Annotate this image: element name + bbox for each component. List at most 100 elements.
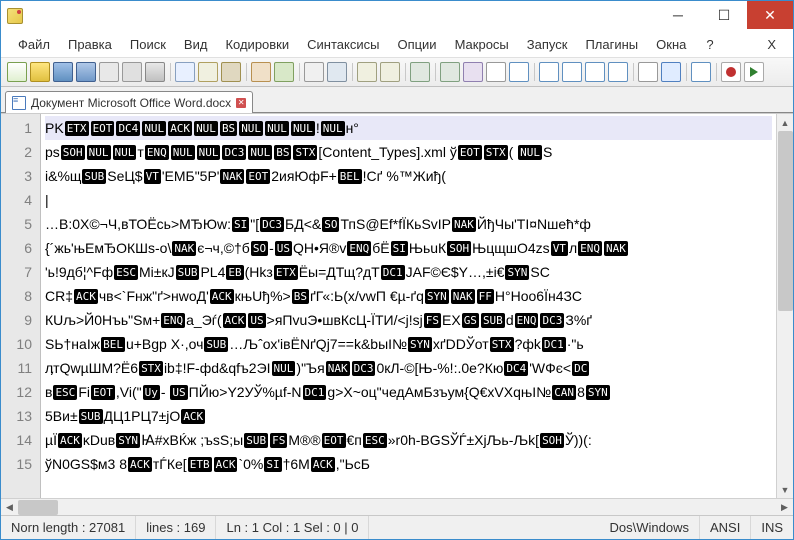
open-file-icon[interactable] bbox=[30, 62, 50, 82]
editor-line[interactable]: 5Ви±SUBДЦ1РЦ7±јOACK bbox=[45, 404, 772, 428]
zoom-out-icon[interactable] bbox=[380, 62, 400, 82]
replace-icon[interactable] bbox=[327, 62, 347, 82]
editor-line[interactable]: {´жь'њЕмЂОКШs-о\NAKє¬ч,©†бSO-USQН•Я®vENQ… bbox=[45, 236, 772, 260]
new-file-icon[interactable] bbox=[7, 62, 27, 82]
editor-line[interactable]: СR‡ACKчв<`Fнж"ґ>нwоД'ACKкњUђ%>BSґГ«:Ь(х/… bbox=[45, 284, 772, 308]
editor-line[interactable]: КUљ>Й0Нъь"Sм+ENQа_Эѓ(ACKUS>яПvuЭ•швКсЦ-Ї… bbox=[45, 308, 772, 332]
text-run: л bbox=[569, 240, 577, 256]
editor-line[interactable]: PKETXEOTDC4NULACKNULBSNULNULNUL!NULн° bbox=[45, 116, 772, 140]
control-char: ACK bbox=[181, 409, 205, 424]
text-editor[interactable]: PKETXEOTDC4NULACKNULBSNULNULNUL!NULн°psS… bbox=[41, 114, 776, 498]
doc-map-icon[interactable] bbox=[539, 62, 559, 82]
close-button[interactable]: ✕ bbox=[747, 1, 793, 29]
fold-all-icon[interactable] bbox=[691, 62, 711, 82]
editor-line[interactable]: 'ь!9дб¦^FфESCМi±кJSUBРL4EB(НkзETXЁы=ДТщ?… bbox=[45, 260, 772, 284]
outdent-icon[interactable] bbox=[638, 62, 658, 82]
menu-close-doc[interactable]: X bbox=[758, 34, 785, 55]
editor-line[interactable]: ЅЬ†наІжBELu+Вgр Х·,очSUB…Љˆох'iвЁNґQj7==… bbox=[45, 332, 772, 356]
close-file-icon[interactable] bbox=[99, 62, 119, 82]
undo-icon[interactable] bbox=[251, 62, 271, 82]
menu-windows[interactable]: Окна bbox=[647, 34, 695, 55]
horizontal-scrollbar[interactable]: ◀ ▶ bbox=[1, 498, 793, 515]
control-char: STX bbox=[293, 145, 317, 160]
menu-file[interactable]: Файл bbox=[9, 34, 59, 55]
menu-view[interactable]: Вид bbox=[175, 34, 217, 55]
control-char: NUL bbox=[272, 361, 296, 376]
editor-line[interactable]: …В:0Х©¬Ч,вТОЁсь>МЂЮw:SI"[DC3БД<&SOТпS@Еf… bbox=[45, 212, 772, 236]
cut-icon[interactable] bbox=[175, 62, 195, 82]
control-char: SUB bbox=[481, 313, 505, 328]
control-char: ETX bbox=[274, 265, 298, 280]
line-number: 13 bbox=[1, 404, 40, 428]
show-chars-icon[interactable] bbox=[463, 62, 483, 82]
control-char: DC3 bbox=[222, 145, 246, 160]
text-run: !Сґ %™Жиђ( bbox=[363, 168, 446, 184]
menu-options[interactable]: Опции bbox=[388, 34, 445, 55]
save-icon[interactable] bbox=[53, 62, 73, 82]
line-number: 8 bbox=[1, 284, 40, 308]
redo-icon[interactable] bbox=[274, 62, 294, 82]
scroll-right-icon[interactable]: ▶ bbox=[776, 499, 793, 516]
indent-icon[interactable] bbox=[661, 62, 681, 82]
text-run: 'ЕМБ"5Р' bbox=[162, 168, 220, 184]
document-tab[interactable]: Документ Microsoft Office Word.docx ✕ bbox=[5, 91, 253, 113]
editor-line[interactable]: µЇACKĸDuвSYNꙖ#хВЌж ;ъsS;ыSUBFSМ®®EOT€пES… bbox=[45, 428, 772, 452]
menu-syntax[interactable]: Синтаксисы bbox=[298, 34, 388, 55]
menu-search[interactable]: Поиск bbox=[121, 34, 175, 55]
text-run: µЇ bbox=[45, 432, 57, 448]
menu-help[interactable]: ? bbox=[697, 34, 722, 55]
tab-label: Документ Microsoft Office Word.docx bbox=[31, 96, 231, 110]
control-char: SYN bbox=[505, 265, 529, 280]
scroll-thumb[interactable] bbox=[18, 500, 58, 515]
word-wrap-icon[interactable] bbox=[440, 62, 460, 82]
text-run: РL4 bbox=[200, 264, 225, 280]
editor-line[interactable]: psSOHNULNULтENQNULNULDC3NULBSSTX[Content… bbox=[45, 140, 772, 164]
editor-line[interactable]: | bbox=[45, 188, 772, 212]
monitor-icon[interactable] bbox=[608, 62, 628, 82]
close-all-icon[interactable] bbox=[122, 62, 142, 82]
editor-area: 123456789101112131415 PKETXEOTDC4NULACKN… bbox=[1, 113, 793, 498]
editor-line[interactable]: ӆтQwµШМ?Ё6STXib‡!F-фd&qfъ2ЭІNUL)"ЪяNAKDC… bbox=[45, 356, 772, 380]
separator-icon bbox=[684, 62, 688, 82]
minimize-button[interactable]: ─ bbox=[655, 1, 701, 29]
status-length: Norn length : 27081 bbox=[1, 516, 136, 539]
text-run: SeЦ$ bbox=[107, 168, 142, 184]
menu-encoding[interactable]: Кодировки bbox=[216, 34, 298, 55]
maximize-button[interactable]: ☐ bbox=[701, 1, 747, 29]
vertical-scrollbar[interactable]: ▲ ▼ bbox=[776, 114, 793, 498]
save-all-icon[interactable] bbox=[76, 62, 96, 82]
user-lang-icon[interactable] bbox=[509, 62, 529, 82]
paste-icon[interactable] bbox=[221, 62, 241, 82]
line-number: 2 bbox=[1, 140, 40, 164]
text-run: SC bbox=[530, 264, 549, 280]
control-char: SUB bbox=[79, 409, 103, 424]
menu-plugins[interactable]: Плагины bbox=[576, 34, 647, 55]
text-run: - bbox=[161, 384, 170, 400]
find-icon[interactable] bbox=[304, 62, 324, 82]
control-char: ENQ bbox=[347, 241, 371, 256]
scroll-up-icon[interactable]: ▲ bbox=[777, 114, 793, 131]
menu-macros[interactable]: Макросы bbox=[446, 34, 518, 55]
text-run: »r0h-BGSЎЃ±ХјЉь-Љk[ bbox=[388, 432, 539, 448]
editor-line[interactable]: i&%щSUBSeЦ$VT'ЕМБ"5Р'NAKEOT2ияЮфF+BEL!Сґ… bbox=[45, 164, 772, 188]
scroll-thumb[interactable] bbox=[778, 131, 793, 311]
play-macro-icon[interactable] bbox=[744, 62, 764, 82]
tab-close-icon[interactable]: ✕ bbox=[236, 98, 246, 108]
menu-edit[interactable]: Правка bbox=[59, 34, 121, 55]
func-list-icon[interactable] bbox=[562, 62, 582, 82]
folder-icon[interactable] bbox=[585, 62, 605, 82]
line-number: 4 bbox=[1, 188, 40, 212]
control-char: NAK bbox=[451, 289, 475, 304]
indent-guide-icon[interactable] bbox=[486, 62, 506, 82]
record-macro-icon[interactable] bbox=[721, 62, 741, 82]
scroll-left-icon[interactable]: ◀ bbox=[1, 499, 18, 516]
menu-run[interactable]: Запуск bbox=[518, 34, 577, 55]
copy-icon[interactable] bbox=[198, 62, 218, 82]
control-char: FS bbox=[424, 313, 441, 328]
zoom-in-icon[interactable] bbox=[357, 62, 377, 82]
sync-scroll-icon[interactable] bbox=[410, 62, 430, 82]
print-icon[interactable] bbox=[145, 62, 165, 82]
editor-line[interactable]: вESCFiEOT,Vi("Uy- USПЙю>Y2УЎ%µf-NDC1g>Х~… bbox=[45, 380, 772, 404]
editor-line[interactable]: ўN0GS$м3 8ACKтЃКе[ETBACK`0%SI†6МACK,"ЬсБ bbox=[45, 452, 772, 476]
scroll-down-icon[interactable]: ▼ bbox=[777, 481, 793, 498]
